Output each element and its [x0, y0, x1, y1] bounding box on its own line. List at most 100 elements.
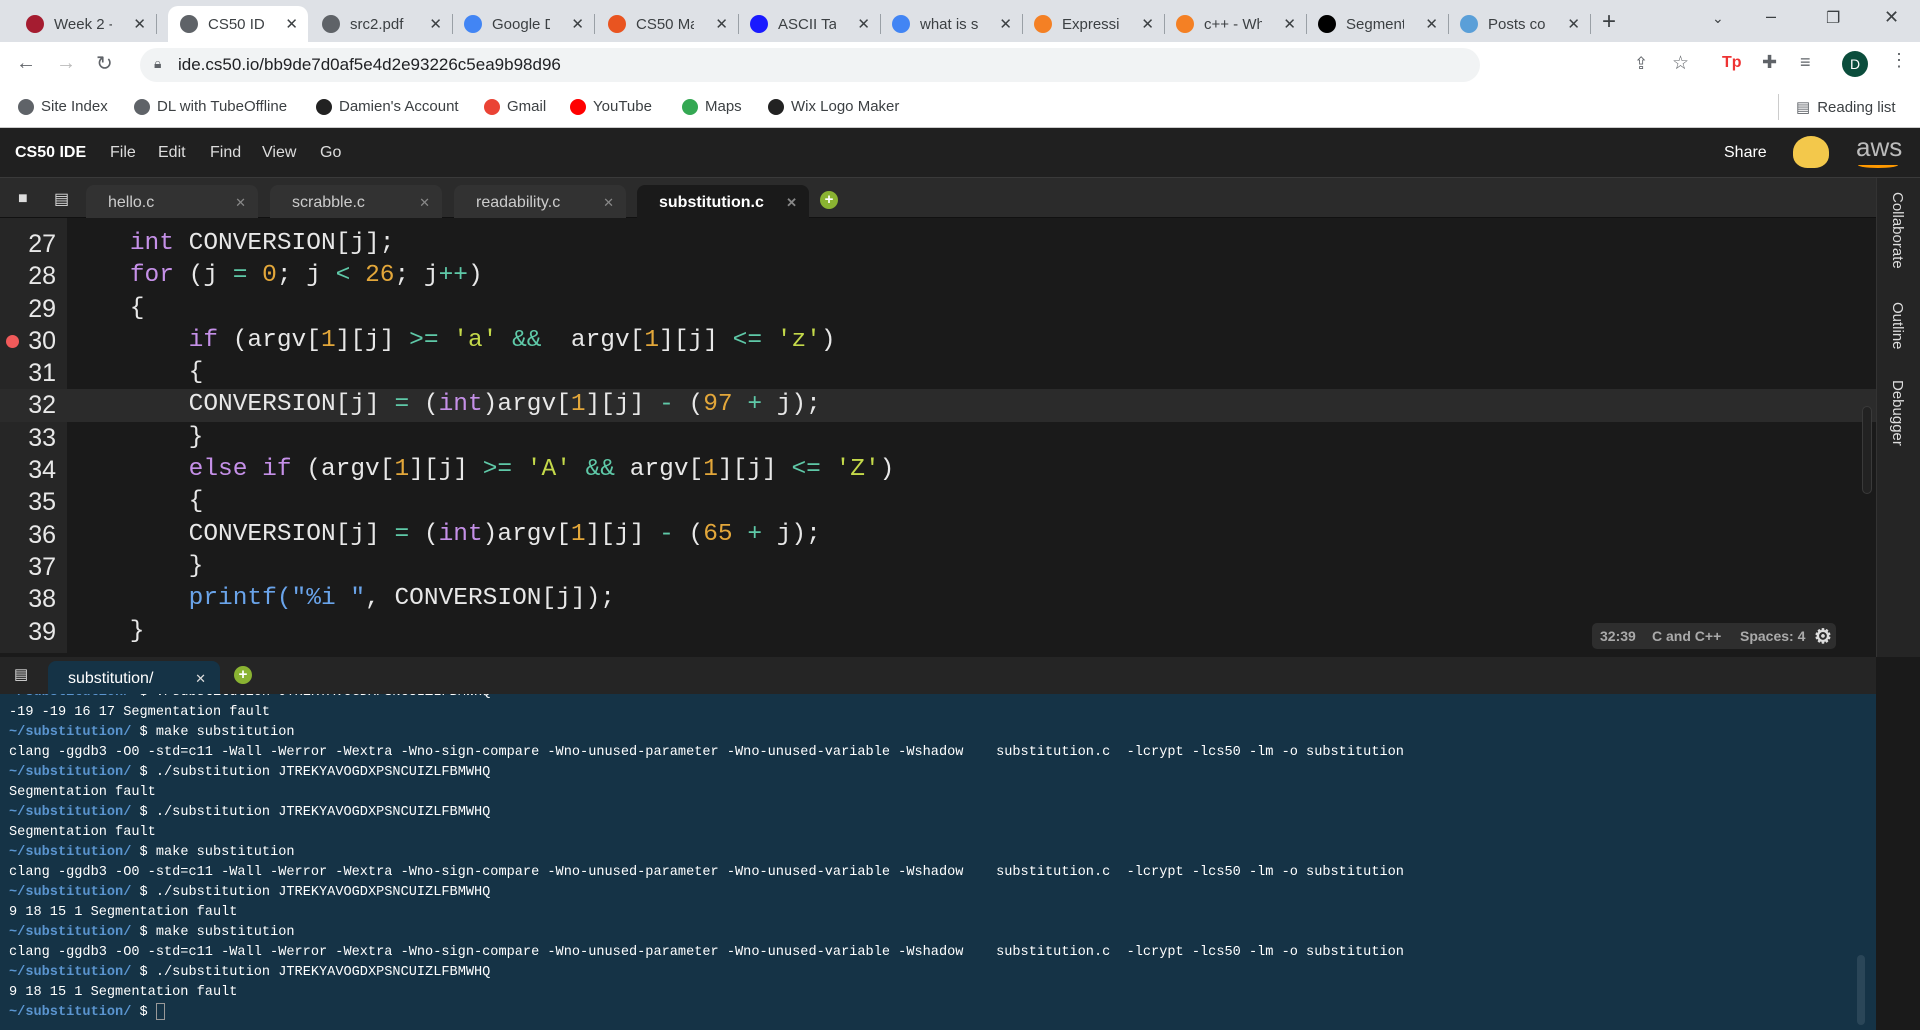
- new-terminal-button[interactable]: +: [234, 666, 252, 684]
- line-number[interactable]: 31: [0, 357, 56, 389]
- reload-button[interactable]: ↻: [96, 51, 113, 76]
- minimize-button[interactable]: –: [1766, 6, 1776, 27]
- bookmark-item[interactable]: YouTube: [570, 98, 652, 115]
- back-button[interactable]: ←: [16, 52, 36, 75]
- bookmark-star-icon[interactable]: ☆: [1672, 52, 1689, 75]
- close-icon[interactable]: ✕: [603, 195, 614, 211]
- terminal[interactable]: ~/substitution/ $ ./substitution JTREKYA…: [0, 694, 1876, 1030]
- browser-tab[interactable]: ASCII Table ✕: [738, 6, 881, 42]
- terminal-line: ~/substitution/ $ ./substitution JTREKYA…: [9, 883, 1404, 903]
- outline-panel-tab[interactable]: Outline: [1889, 302, 1906, 350]
- indentation[interactable]: Spaces: 4: [1740, 628, 1805, 644]
- close-tab-icon[interactable]: ✕: [1141, 15, 1154, 33]
- gear-icon[interactable]: ⚙: [1814, 624, 1832, 649]
- line-number[interactable]: 33: [0, 422, 56, 454]
- close-tab-icon[interactable]: ✕: [429, 15, 442, 33]
- new-file-button[interactable]: +: [820, 191, 838, 209]
- close-tab-icon[interactable]: ✕: [133, 15, 146, 33]
- line-number[interactable]: 38: [0, 583, 56, 615]
- bookmark-item[interactable]: DL with TubeOffline: [134, 98, 287, 115]
- line-number[interactable]: 37: [0, 551, 56, 583]
- extensions-puzzle-icon[interactable]: ✚: [1762, 52, 1777, 73]
- code-line: 38 printf("%i ", CONVERSION[j]);: [0, 583, 1876, 615]
- line-number[interactable]: 28: [0, 260, 56, 292]
- share-page-icon[interactable]: ⇪: [1634, 54, 1648, 74]
- bookmark-label: Damien's Account: [339, 98, 459, 115]
- bookmark-item[interactable]: Wix Logo Maker: [768, 98, 899, 115]
- bookmark-item[interactable]: Site Index: [18, 98, 108, 115]
- line-number[interactable]: 39: [0, 616, 56, 648]
- close-tab-icon[interactable]: ✕: [999, 15, 1012, 33]
- editor-scrollbar[interactable]: [1862, 406, 1872, 494]
- bookmark-item[interactable]: Gmail: [484, 98, 546, 115]
- terminal-tab[interactable]: substitution/ ✕: [48, 661, 220, 694]
- close-tab-icon[interactable]: ✕: [571, 15, 584, 33]
- close-icon[interactable]: ✕: [195, 671, 206, 687]
- browser-tab[interactable]: CS50 Manual ✕: [596, 6, 739, 42]
- forward-button[interactable]: →: [56, 52, 76, 75]
- browser-tab[interactable]: Week 2 - ✕: [14, 6, 157, 42]
- close-tab-icon[interactable]: ✕: [1283, 15, 1296, 33]
- line-number[interactable]: 32: [0, 389, 56, 421]
- browser-tab[interactable]: c++ - What ✕: [1164, 6, 1307, 42]
- cs50-duck-icon[interactable]: [1793, 136, 1829, 168]
- code-token: }: [71, 552, 204, 580]
- close-icon[interactable]: ✕: [786, 195, 797, 211]
- share-button[interactable]: Share: [1724, 144, 1767, 162]
- editor-tab[interactable]: substitution.c ✕: [637, 185, 809, 218]
- line-number[interactable]: 35: [0, 486, 56, 518]
- menu-view[interactable]: View: [262, 144, 296, 162]
- browser-tab[interactable]: Segmentation ✕: [1306, 6, 1449, 42]
- folder-icon[interactable]: ■: [18, 190, 28, 208]
- bookmark-item[interactable]: Maps: [682, 98, 742, 115]
- line-number[interactable]: 30: [0, 325, 56, 357]
- line-number[interactable]: 29: [0, 293, 56, 325]
- menu-file[interactable]: File: [110, 144, 136, 162]
- line-number[interactable]: 36: [0, 519, 56, 551]
- tp-extension-icon[interactable]: Tp: [1722, 54, 1742, 72]
- panel-toggle-icon[interactable]: ▤: [54, 189, 69, 209]
- editor-tab[interactable]: hello.c ✕: [86, 185, 258, 218]
- line-number[interactable]: 34: [0, 454, 56, 486]
- close-icon[interactable]: ✕: [235, 195, 246, 211]
- menu-find[interactable]: Find: [210, 144, 241, 162]
- menu-go[interactable]: Go: [320, 144, 341, 162]
- code-token: )argv[: [482, 391, 571, 419]
- chrome-menu-icon[interactable]: ⋮: [1890, 50, 1908, 71]
- close-tab-icon[interactable]: ✕: [1567, 15, 1580, 33]
- bookmark-item[interactable]: Damien's Account: [316, 98, 459, 115]
- code-editor[interactable]: 27 int CONVERSION[j]; 28 for (j = 0; j < …: [0, 228, 1876, 648]
- editor-tab[interactable]: scrabble.c ✕: [270, 185, 442, 218]
- terminal-command: $ ./substitution JTREKYAVOGDXPSNCUIZLFBM…: [139, 765, 491, 780]
- browser-tab[interactable]: CS50 IDE ✕: [168, 6, 308, 42]
- tab-search-chevron-icon[interactable]: ⌄: [1712, 10, 1724, 27]
- line-number[interactable]: 27: [0, 228, 56, 260]
- browser-tab[interactable]: what is segmentation ✕: [880, 6, 1023, 42]
- cursor-position[interactable]: 32:39: [1600, 628, 1636, 644]
- menu-edit[interactable]: Edit: [158, 144, 186, 162]
- editor-tab[interactable]: readability.c ✕: [454, 185, 626, 218]
- profile-avatar[interactable]: D: [1842, 51, 1868, 77]
- browser-tab[interactable]: Expression ✕: [1022, 6, 1165, 42]
- close-window-button[interactable]: ✕: [1884, 7, 1899, 28]
- browser-tab[interactable]: Google Docs ✕: [452, 6, 595, 42]
- terminal-output: 9 18 15 1 Segmentation fault: [9, 985, 238, 1000]
- browser-tab[interactable]: Posts containing ✕: [1448, 6, 1591, 42]
- url-bar[interactable]: 🔒︎ ide.cs50.io/bb9de7d0af5e4d2e93226c5ea…: [140, 48, 1480, 82]
- close-tab-icon[interactable]: ✕: [857, 15, 870, 33]
- media-control-icon[interactable]: ≡: [1800, 52, 1811, 73]
- reading-list-button[interactable]: ▤ Reading list: [1796, 98, 1896, 117]
- restore-button[interactable]: ❐: [1826, 8, 1840, 28]
- close-icon[interactable]: ✕: [419, 195, 430, 211]
- collaborate-panel-tab[interactable]: Collaborate: [1889, 192, 1906, 269]
- language-mode[interactable]: C and C++: [1652, 628, 1721, 644]
- close-tab-icon[interactable]: ✕: [285, 15, 298, 33]
- panel-toggle-icon[interactable]: ▤: [14, 665, 28, 683]
- debugger-panel-tab[interactable]: Debugger: [1889, 380, 1906, 446]
- close-tab-icon[interactable]: ✕: [1425, 15, 1438, 33]
- new-tab-button[interactable]: +: [1602, 8, 1616, 36]
- close-tab-icon[interactable]: ✕: [715, 15, 728, 33]
- code-token: , CONVERSION[j]);: [365, 585, 616, 613]
- terminal-scrollbar[interactable]: [1857, 955, 1865, 1025]
- browser-tab[interactable]: src2.pdf ✕: [310, 6, 453, 42]
